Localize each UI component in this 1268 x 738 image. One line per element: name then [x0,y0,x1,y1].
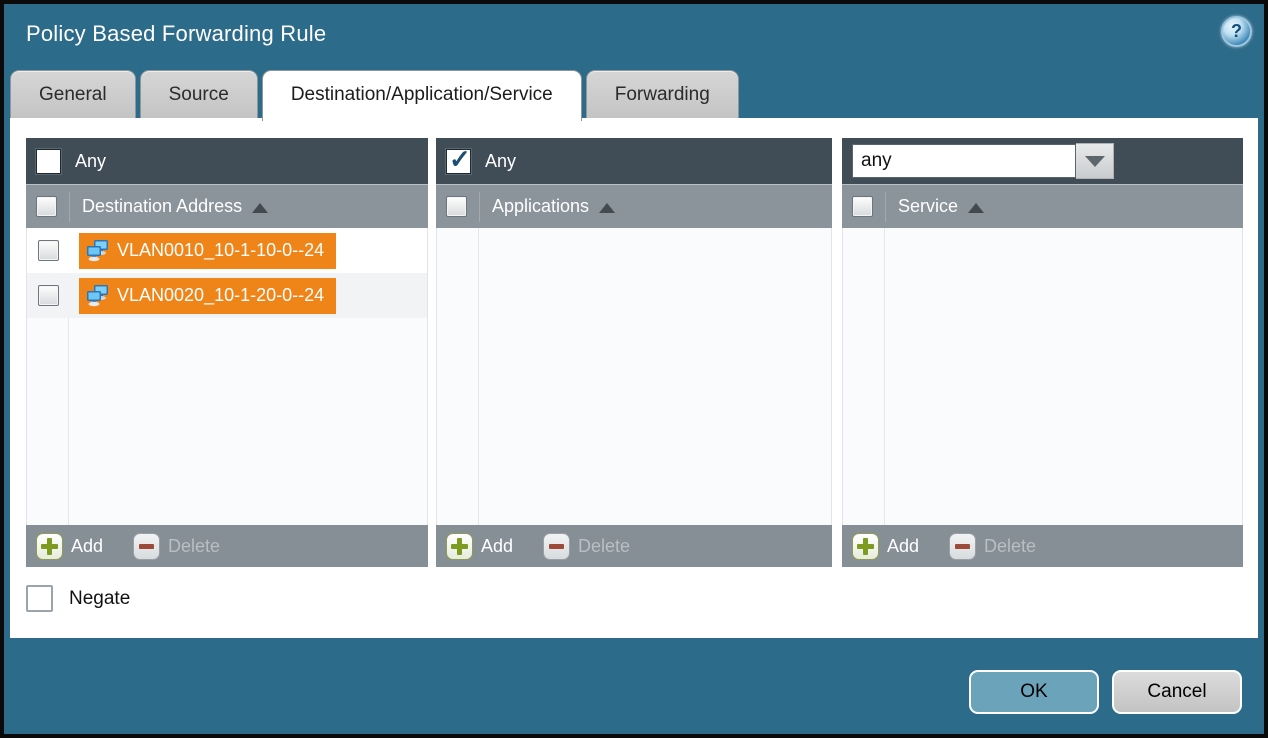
destination-any-bar: Any [26,138,428,184]
service-dropdown-bar: any [842,138,1243,184]
destination-any-checkbox[interactable] [36,149,61,174]
sort-ascending-icon [599,203,615,213]
destination-address-column-header[interactable]: Destination Address [82,196,268,217]
sort-ascending-icon [968,203,984,213]
service-column-header[interactable]: Service [898,196,984,217]
applications-any-label: Any [485,151,516,172]
minus-icon [949,533,976,560]
service-footer-bar: Add Delete [842,525,1243,567]
destination-select-all-checkbox[interactable] [36,196,57,217]
delete-button[interactable]: Delete [543,533,630,560]
destination-any-label: Any [75,151,106,172]
destination-address-list: VLAN0010_10-1-10-0--24 [26,228,428,525]
help-icon[interactable] [1221,16,1252,47]
delete-button[interactable]: Delete [949,533,1036,560]
tab-forwarding[interactable]: Forwarding [586,70,739,118]
service-header: Service [842,184,1243,228]
applications-any-checkbox[interactable] [446,149,471,174]
address-chip[interactable]: VLAN0020_10-1-20-0--24 [79,278,336,314]
chevron-down-icon [1085,156,1105,167]
tab-source[interactable]: Source [140,70,258,118]
table-row[interactable]: VLAN0010_10-1-10-0--24 [27,228,427,273]
minus-icon [543,533,570,560]
header-divider [479,192,480,222]
row-checkbox[interactable] [38,240,59,261]
destination-address-column: Any Destination Address [26,138,428,567]
address-group-icon [85,284,111,308]
row-checkbox[interactable] [38,285,59,306]
negate-option: Negate [26,585,130,612]
service-column: any Service Add [842,138,1243,567]
service-combobox: any [852,143,1114,179]
add-button[interactable]: Add [852,533,919,560]
cancel-button[interactable]: Cancel [1112,670,1242,714]
negate-checkbox[interactable] [26,585,53,612]
add-button[interactable]: Add [36,533,103,560]
ok-button[interactable]: OK [969,670,1099,714]
address-group-icon [85,239,111,263]
plus-icon [852,533,879,560]
tab-general[interactable]: General [10,70,136,118]
sort-ascending-icon [252,203,268,213]
applications-select-all-checkbox[interactable] [446,196,467,217]
address-chip[interactable]: VLAN0010_10-1-10-0--24 [79,233,336,269]
destination-footer-bar: Add Delete [26,525,428,567]
service-dropdown-button[interactable] [1076,143,1114,179]
policy-based-forwarding-dialog: Policy Based Forwarding Rule General Sou… [4,4,1264,734]
tab-destination-application-service[interactable]: Destination/Application/Service [262,70,582,121]
destination-address-header: Destination Address [26,184,428,228]
negate-label: Negate [69,588,130,610]
address-label: VLAN0020_10-1-20-0--24 [117,285,324,306]
add-button[interactable]: Add [446,533,513,560]
header-divider [69,192,70,222]
tab-panel-body: Any Destination Address [10,118,1258,638]
applications-column: Any Applications Add Delete [436,138,832,567]
dialog-title: Policy Based Forwarding Rule [26,21,326,47]
plus-icon [36,533,63,560]
service-select-all-checkbox[interactable] [852,196,873,217]
applications-any-bar: Any [436,138,832,184]
plus-icon [446,533,473,560]
service-list [842,228,1243,525]
header-divider [885,192,886,222]
applications-list [436,228,832,525]
applications-footer-bar: Add Delete [436,525,832,567]
tab-strip: General Source Destination/Application/S… [10,70,739,118]
minus-icon [133,533,160,560]
delete-button[interactable]: Delete [133,533,220,560]
service-dropdown-value[interactable]: any [852,144,1076,178]
applications-header: Applications [436,184,832,228]
table-row[interactable]: VLAN0020_10-1-20-0--24 [27,273,427,318]
applications-column-header[interactable]: Applications [492,196,615,217]
address-label: VLAN0010_10-1-10-0--24 [117,240,324,261]
